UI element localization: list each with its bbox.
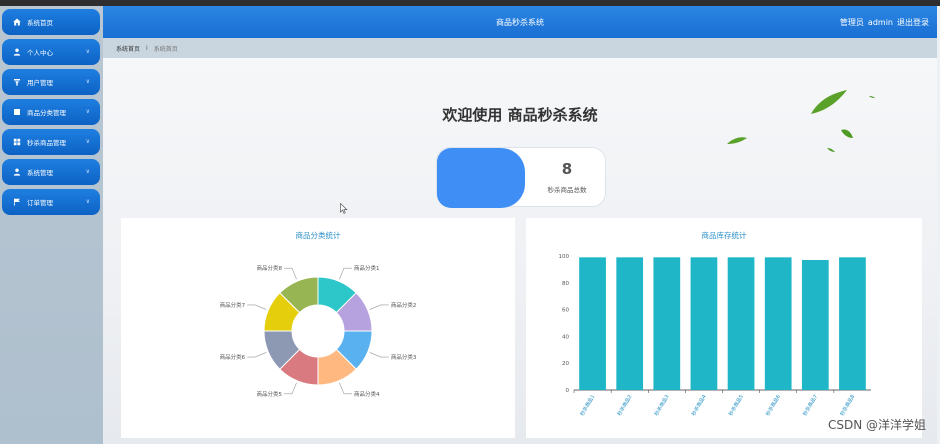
breadcrumb-separator: I <box>146 44 148 52</box>
x-tick-label: 秒杀商品3 <box>653 394 671 418</box>
sidebar-item[interactable]: 秒杀商品管理 ∨ <box>2 129 100 155</box>
welcome-heading: 欢迎使用 商品秒杀系统 <box>442 106 598 124</box>
breadcrumb-home[interactable]: 系统首页 <box>116 44 140 53</box>
bar[interactable] <box>616 257 644 390</box>
bar[interactable] <box>801 260 829 390</box>
pie-label-line <box>369 352 389 358</box>
user-name: admin <box>867 18 893 27</box>
pie-label-line <box>339 267 353 280</box>
y-tick-label: 100 <box>559 254 570 260</box>
sidebar-item-label: 系统首页 <box>27 19 53 27</box>
y-tick-label: 60 <box>562 308 569 314</box>
x-tick-label: 秒杀商品5 <box>727 394 745 418</box>
stat-card-accent <box>437 148 525 208</box>
sidebar-item[interactable]: 用户管理 ∨ <box>2 69 100 95</box>
x-tick-label: 秒杀商品2 <box>616 394 634 418</box>
pie-label: 商品分类1 <box>354 264 380 272</box>
user-manage-icon <box>12 78 21 87</box>
sidebar-item-label: 系统管理 <box>27 169 53 177</box>
pie-label: 商品分类4 <box>354 390 380 398</box>
pie-label: 商品分类8 <box>256 264 282 272</box>
app-title: 商品秒杀系统 <box>496 18 544 27</box>
chevron-down-icon: ∨ <box>85 138 90 145</box>
breadcrumb-current: 系统首页 <box>153 45 178 53</box>
user-icon <box>12 48 21 57</box>
pie-label: 商品分类5 <box>256 390 282 398</box>
y-tick-label: 20 <box>562 361 569 367</box>
x-tick-label: 秒杀商品4 <box>690 394 708 418</box>
bar[interactable] <box>727 257 755 390</box>
x-tick-label: 秒杀商品7 <box>801 394 819 418</box>
bar-chart-panel: 商品库存统计 0 20 40 60 80 100 秒杀商品1 秒杀商品2 秒杀商品3 秒杀商品4 秒… <box>526 218 922 438</box>
home-icon <box>12 18 21 27</box>
leaf-decoration <box>727 137 747 144</box>
pie-label-line <box>339 382 353 395</box>
header: 商品秒杀系统 管理员 admin 退出登录 <box>103 6 937 38</box>
pie-label: 商品分类6 <box>220 353 246 361</box>
chevron-down-icon: ∨ <box>85 168 90 175</box>
sidebar-item-label: 商品分类管理 <box>27 109 66 117</box>
user-icon <box>12 168 21 177</box>
bar[interactable] <box>653 257 681 390</box>
bar[interactable] <box>690 257 718 390</box>
sidebar-item[interactable]: 商品分类管理 ∨ <box>2 99 100 125</box>
bar[interactable] <box>839 257 866 390</box>
pie-label-line <box>369 304 389 310</box>
chevron-down-icon: ∨ <box>85 198 90 205</box>
sidebar-item-label: 订单管理 <box>27 199 53 207</box>
pie-label-line <box>283 382 297 395</box>
pie-label: 商品分类3 <box>391 353 417 361</box>
stat-label: 秒杀商品总数 <box>547 186 587 194</box>
x-tick-label: 秒杀商品1 <box>579 394 597 418</box>
pie-chart: 商品分类1 商品分类2 商品分类3 商品分类4 商品分类5 商品分类6 商品分类7 商品分类8 <box>220 264 417 398</box>
y-tick-label: 40 <box>562 334 569 340</box>
mouse-cursor-icon <box>340 203 348 214</box>
y-tick-label: 0 <box>566 388 570 394</box>
sidebar-item[interactable]: 个人中心 ∨ <box>2 39 100 65</box>
logout-link[interactable]: 退出登录 <box>897 18 929 27</box>
sidebar-item-label: 用户管理 <box>27 79 53 87</box>
pie-label: 商品分类7 <box>220 301 246 309</box>
bar-chart: 0 20 40 60 80 100 秒杀商品1 秒杀商品2 秒杀商品3 秒杀商品4 秒杀商品5 秒杀商… <box>559 254 871 418</box>
bar[interactable] <box>764 257 792 390</box>
pie-label: 商品分类2 <box>391 301 417 309</box>
chevron-down-icon: ∨ <box>85 48 90 55</box>
main-content: 欢迎使用 商品秒杀系统 8 秒杀商品总数 商品分类统计 商品分类1 商品分类2 商品… <box>103 58 937 444</box>
pie-label-line <box>247 304 267 310</box>
category-icon <box>12 108 21 117</box>
sidebar-item-label: 秒杀商品管理 <box>27 139 66 147</box>
user-role: 管理员 <box>839 18 864 27</box>
x-tick-label: 秒杀商品8 <box>839 394 857 418</box>
chevron-down-icon: ∨ <box>85 78 90 85</box>
sidebar: 系统首页个人中心 ∨ 用户管理 ∨ 商品分类管理 ∨ 秒杀商品管理 ∨ 系统管理 ∨ 订单管理 ∨ <box>0 6 103 444</box>
sidebar-item[interactable]: 订单管理 ∨ <box>2 189 100 215</box>
grid-icon <box>12 138 21 147</box>
sidebar-item[interactable]: 系统首页 <box>2 9 100 35</box>
pie-chart-panel: 商品分类统计 商品分类1 商品分类2 商品分类3 商品分类4 商品分类5 商品分类6 商品分… <box>121 218 515 438</box>
y-tick-label: 80 <box>562 281 569 287</box>
watermark: CSDN @洋洋学姐 <box>827 418 926 432</box>
bar[interactable] <box>579 257 606 390</box>
sidebar-item[interactable]: 系统管理 ∨ <box>2 159 100 185</box>
stat-value: 8 <box>561 160 573 178</box>
flag-icon <box>12 198 21 207</box>
pie-label-line <box>247 352 267 358</box>
chevron-down-icon: ∨ <box>85 108 90 115</box>
stat-card: 8 秒杀商品总数 <box>436 147 606 208</box>
sidebar-item-label: 个人中心 <box>27 49 53 57</box>
x-tick-label: 秒杀商品6 <box>764 394 782 418</box>
user-area: 管理员 admin 退出登录 <box>836 17 929 28</box>
breadcrumb: 系统首页 I 系统首页 <box>103 38 937 58</box>
pie-label-line <box>283 267 297 280</box>
